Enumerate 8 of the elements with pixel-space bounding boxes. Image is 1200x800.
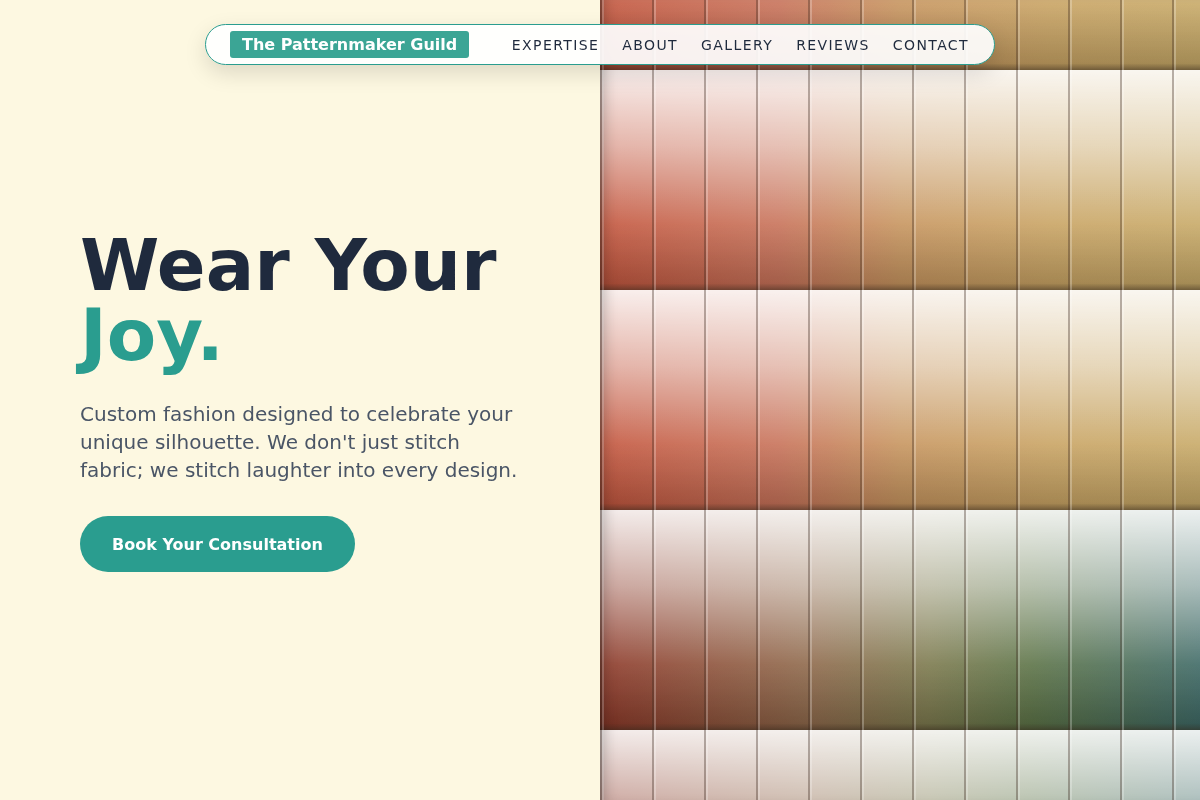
headline: Wear Your [80,230,497,300]
hero-description: Custom fashion designed to celebrate your unique silhouette. We don't just stitch fabric; we stitch laughter into every design. [80,401,519,484]
nav-link[interactable]: ABOUT [622,36,679,53]
nav-link[interactable]: REVIEWS [796,36,870,53]
nav-link[interactable]: GALLERY [701,36,774,53]
nav-link[interactable]: EXPERTISE [511,36,600,53]
nav-link[interactable]: CONTACT [892,36,969,53]
headline-accent: Joy. [74,300,226,382]
